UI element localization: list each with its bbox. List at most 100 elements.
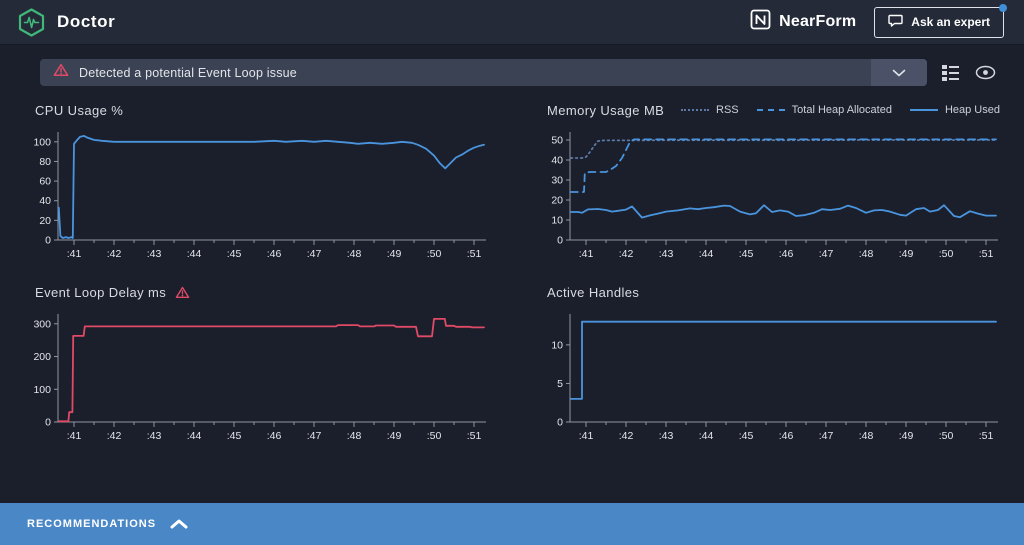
heap-used-line-sample [910,109,938,111]
svg-text:30: 30 [551,175,563,187]
svg-text::43: :43 [659,430,674,442]
legend-label-heap-used: Heap Used [945,104,1000,116]
list-view-icon [941,64,960,82]
recommendations-label: RECOMMENDATIONS [27,518,156,530]
memory-legend: RSS Total Heap Allocated Heap Used [681,104,1004,116]
svg-text::44: :44 [187,248,202,260]
svg-text::46: :46 [779,248,794,260]
active-handles-chart[interactable]: 0510:41:42:43:44:45:46:47:48:49:50:51 [532,306,1004,446]
svg-text:20: 20 [551,195,563,207]
cpu-usage-chart-title: CPU Usage % [35,103,123,118]
svg-text::41: :41 [579,430,594,442]
svg-text::44: :44 [187,430,202,442]
svg-text::51: :51 [979,430,994,442]
svg-text:0: 0 [557,235,563,247]
svg-text:0: 0 [45,417,51,429]
brand-name: NearForm [779,13,856,31]
svg-text::42: :42 [107,248,122,260]
svg-text::44: :44 [699,248,714,260]
legend-label-total-heap: Total Heap Allocated [792,104,892,116]
alert-message: Detected a potential Event Loop issue [79,66,297,80]
svg-text:60: 60 [39,176,51,188]
svg-text::43: :43 [147,430,162,442]
nearform-brand: NearForm [750,9,856,35]
svg-text:10: 10 [551,215,563,227]
svg-text:50: 50 [551,135,563,147]
event-loop-delay-chart[interactable]: 0100200300:41:42:43:44:45:46:47:48:49:50… [20,306,492,446]
svg-text:40: 40 [39,195,51,207]
visibility-toggle-button[interactable] [975,65,996,80]
rss-line-sample [681,109,709,111]
svg-text::50: :50 [939,248,954,260]
ask-an-expert-button[interactable]: Ask an expert [874,7,1004,38]
svg-text::42: :42 [107,430,122,442]
legend-item-total-heap[interactable]: Total Heap Allocated [757,104,892,116]
event-loop-delay-chart-block: Event Loop Delay ms 0100200300:41:42:43:… [20,278,492,446]
svg-text::47: :47 [307,430,322,442]
memory-usage-chart-block: Memory Usage MB RSS Total Heap Allocated… [532,96,1004,264]
cpu-usage-chart[interactable]: 020406080100:41:42:43:44:45:46:47:48:49:… [20,124,492,264]
svg-text::45: :45 [739,248,754,260]
svg-text::43: :43 [659,248,674,260]
legend-item-heap-used[interactable]: Heap Used [910,104,1000,116]
svg-text::48: :48 [347,430,362,442]
svg-text::47: :47 [819,248,834,260]
svg-text::45: :45 [227,248,242,260]
svg-text:200: 200 [33,351,51,363]
chevron-down-icon [892,69,906,77]
svg-text:100: 100 [33,384,51,396]
svg-text::47: :47 [819,430,834,442]
svg-text::45: :45 [227,430,242,442]
memory-usage-chart-title: Memory Usage MB [547,103,664,118]
legend-item-rss[interactable]: RSS [681,104,739,116]
svg-text:20: 20 [39,215,51,227]
event-loop-delay-chart-title: Event Loop Delay ms [35,285,166,300]
svg-text::46: :46 [779,430,794,442]
svg-text::51: :51 [467,430,482,442]
event-loop-issue-banner[interactable]: Detected a potential Event Loop issue [40,59,927,86]
recommendations-bar[interactable]: RECOMMENDATIONS [0,503,1024,545]
cpu-usage-chart-block: CPU Usage % 020406080100:41:42:43:44:45:… [20,96,492,264]
svg-text::44: :44 [699,430,714,442]
warning-triangle-icon [175,286,190,299]
svg-text::50: :50 [427,430,442,442]
svg-text::41: :41 [67,430,82,442]
notification-dot [999,4,1007,12]
svg-text::49: :49 [387,248,402,260]
svg-text::46: :46 [267,248,282,260]
app-title: Doctor [57,12,115,32]
alert-row: Detected a potential Event Loop issue [40,59,996,86]
ask-expert-label: Ask an expert [911,15,990,29]
active-handles-chart-title: Active Handles [547,285,639,300]
svg-text:40: 40 [551,155,563,167]
svg-text::50: :50 [427,248,442,260]
svg-text::42: :42 [619,248,634,260]
svg-text::50: :50 [939,430,954,442]
svg-text::48: :48 [859,248,874,260]
top-bar: Doctor NearForm Ask an expert [0,0,1024,45]
svg-text::47: :47 [307,248,322,260]
chevron-up-icon [170,519,188,529]
svg-text:10: 10 [551,339,563,351]
svg-text:0: 0 [557,417,563,429]
svg-text::42: :42 [619,430,634,442]
memory-usage-chart[interactable]: 01020304050:41:42:43:44:45:46:47:48:49:5… [532,124,1004,264]
svg-text::48: :48 [347,248,362,260]
svg-text::49: :49 [387,430,402,442]
nearform-logo-icon [750,9,771,35]
svg-text::41: :41 [579,248,594,260]
svg-text:5: 5 [557,378,563,390]
svg-text::41: :41 [67,248,82,260]
list-view-button[interactable] [941,64,960,82]
svg-text::45: :45 [739,430,754,442]
svg-text::48: :48 [859,430,874,442]
total-heap-line-sample [757,109,785,111]
warning-triangle-icon [53,63,69,82]
svg-text::51: :51 [467,248,482,260]
svg-text:80: 80 [39,156,51,168]
alert-dropdown-toggle[interactable] [871,59,927,86]
chat-bubble-icon [888,14,903,31]
svg-text:100: 100 [33,136,51,148]
eye-icon [975,65,996,80]
doctor-pulse-hexagon-logo-icon [18,8,45,37]
